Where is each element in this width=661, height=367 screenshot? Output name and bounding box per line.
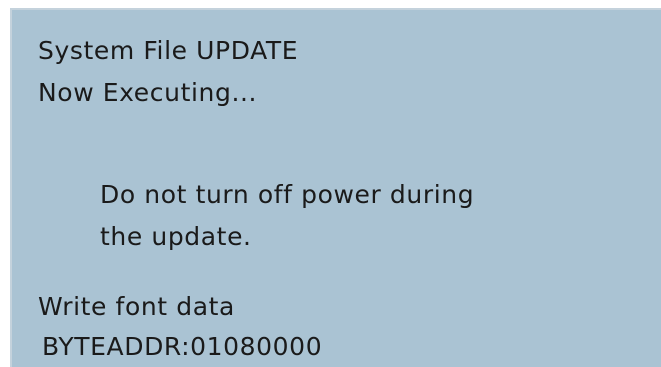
power-warning-line-1: Do not turn off power during	[100, 180, 475, 209]
update-title: System File UPDATE	[38, 36, 299, 65]
update-screen: System File UPDATE Now Executing... Do n…	[10, 8, 661, 367]
power-warning-line-2: the update.	[100, 222, 252, 251]
current-task: Write font data	[38, 292, 235, 321]
execution-status: Now Executing...	[38, 78, 258, 107]
byte-address: BYTEADDR:01080000	[42, 332, 323, 361]
